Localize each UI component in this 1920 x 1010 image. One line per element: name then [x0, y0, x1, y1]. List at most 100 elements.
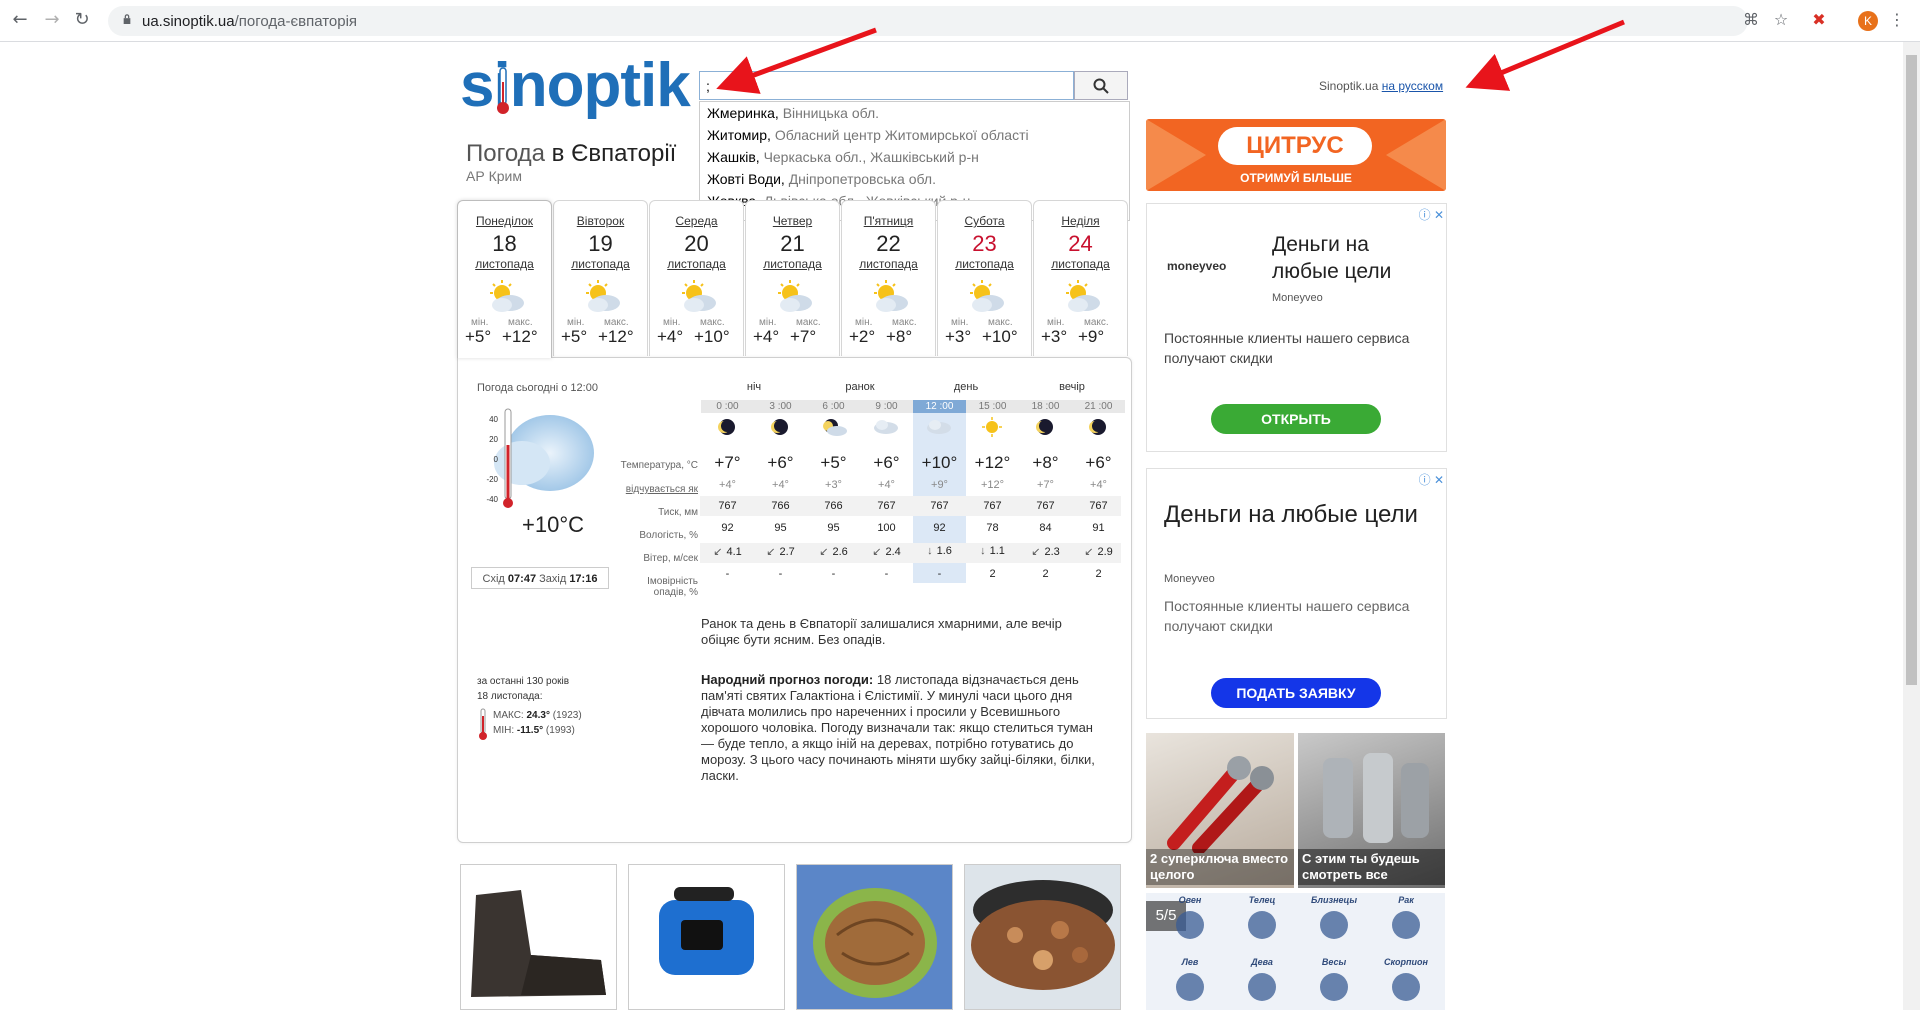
zodiac-sign: Весы	[1302, 957, 1366, 1009]
citrus-banner[interactable]: ЦИТРУС ОТРИМУЙ БІЛЬШЕ	[1146, 119, 1446, 191]
hour-header: 15 :00	[966, 400, 1019, 413]
pressure-cell: 767	[877, 500, 896, 512]
hour-header: 18 :00	[1019, 400, 1072, 413]
thumb1-caption: 2 суперключа вместо целого	[1146, 849, 1294, 885]
product-walnut[interactable]	[796, 864, 953, 1010]
ad-moneyveo-1[interactable]: ⓘ ✕ moneyveo Деньги на любые цели Moneyv…	[1146, 203, 1447, 452]
day-name: Понеділок	[475, 214, 534, 228]
day-tab-22[interactable]: П'ятниця 22 листопада мін. макс. +2° +8°	[841, 200, 936, 356]
bookmark-star-icon[interactable]: ☆	[1772, 11, 1790, 29]
humidity-cell: 84	[1039, 522, 1052, 534]
russian-link[interactable]: на русском	[1382, 79, 1443, 93]
feels-cell: +7°	[1037, 479, 1054, 491]
wind-direction-icon: ↓	[927, 545, 933, 557]
wind-cell: ↙ 2.4	[872, 546, 901, 558]
reload-icon[interactable]: ↻	[72, 10, 92, 30]
hour-header: 9 :00	[860, 400, 913, 413]
ad1-source: Moneyveo	[1272, 292, 1323, 304]
max-temp: +7°	[790, 327, 817, 346]
suggestion-item[interactable]: Житомир, Обласний центр Житомирської обл…	[700, 124, 1129, 146]
zodiac-sign: Телец	[1230, 895, 1294, 947]
period-3: вечір	[1059, 381, 1085, 393]
ad-moneyveo-2[interactable]: ⓘ ✕ Деньги на любые цели Moneyveo Постоя…	[1146, 468, 1447, 719]
lock-icon	[123, 14, 131, 24]
day-tab-23[interactable]: Субота 23 листопада мін. макс. +3° +10°	[937, 200, 1032, 356]
day-tab-18[interactable]: Понеділок 18 листопада мін. макс. +5° +12°	[457, 200, 552, 358]
temp-cell: +6°	[767, 453, 794, 472]
wind-cell: ↙ 2.6	[819, 546, 848, 558]
zodiac-sign: Дева	[1230, 957, 1294, 1009]
precip-cell: -	[884, 568, 889, 580]
suggestion-item[interactable]: Жашків, Черкаська обл., Жашківський р-н	[700, 146, 1129, 168]
day-number: 24	[1068, 231, 1093, 256]
menu-kebab-icon[interactable]: ⋮	[1888, 11, 1906, 29]
temp-cell: +6°	[1085, 453, 1112, 472]
wind-direction-icon: ↙	[713, 546, 723, 558]
ad2-title: Деньги на любые цели	[1164, 501, 1418, 528]
min-temp: +5°	[561, 327, 588, 346]
feels-cell: +12°	[980, 479, 1005, 491]
ad-thumb-wrench[interactable]: 2 суперключа вместо целого	[1146, 733, 1294, 888]
extension-icon[interactable]: ✖	[1810, 11, 1828, 29]
day-tab-24[interactable]: Неділя 24 листопада мін. макс. +3° +9°	[1033, 200, 1128, 356]
ad-thumb-connectors[interactable]: С этим ты будешь смотреть все	[1298, 733, 1445, 888]
product-grill[interactable]	[964, 864, 1121, 1010]
wind-direction-icon: ↙	[819, 546, 829, 558]
humidity-cell: 91	[1092, 522, 1105, 534]
day-name: Субота	[964, 214, 1005, 228]
wind-cell: ↙ 2.9	[1084, 546, 1113, 558]
address-bar[interactable]: ua.sinoptik.ua/погода-євпаторія	[108, 6, 1748, 36]
profile-avatar[interactable]: K	[1858, 11, 1878, 31]
search-button[interactable]	[1074, 71, 1128, 100]
ad1-open-button[interactable]: ОТКРЫТЬ	[1211, 404, 1381, 434]
product-boots[interactable]	[460, 864, 617, 1010]
translate-icon[interactable]: ⌘	[1742, 11, 1760, 29]
day-tab-21[interactable]: Четвер 21 листопада мін. макс. +4° +7°	[745, 200, 840, 356]
month-name: листопада	[1051, 257, 1110, 271]
search-input[interactable]	[699, 71, 1074, 100]
ad2-apply-button[interactable]: ПОДАТЬ ЗАЯВКУ	[1211, 678, 1381, 708]
ad-close-icon[interactable]: ⓘ ✕	[1419, 471, 1444, 488]
humidity-cell: 92	[721, 522, 734, 534]
min-temp: +2°	[849, 327, 876, 346]
historical-records: за останні 130 років 18 листопада: МАКС:…	[477, 674, 582, 740]
ad1-text: Постоянные клиенты нашего сервиса получа…	[1164, 330, 1410, 366]
label-feels-like[interactable]: відчувається як	[590, 484, 698, 495]
month-name: листопада	[667, 257, 726, 271]
max-temp: +12°	[598, 327, 634, 346]
product-generator[interactable]	[628, 864, 785, 1010]
day-name: Середа	[675, 214, 718, 228]
max-temp: +12°	[502, 327, 538, 346]
wind-direction-icon: ↓	[980, 545, 986, 557]
forward-icon[interactable]: →	[42, 10, 62, 30]
ad-zodiac[interactable]: 5/5 Овен Телец Близнецы Рак Лев Дева Весы Скорп…	[1146, 893, 1445, 1010]
back-icon[interactable]: ←	[10, 10, 30, 30]
temp-cell: +7°	[714, 453, 741, 472]
day-tab-19[interactable]: Вівторок 19 листопада мін. макс. +5° +12°	[553, 200, 648, 356]
moneyveo-logo: moneyveo	[1167, 259, 1227, 273]
day-description: Ранок та день в Євпаторії залишалися хма…	[701, 616, 1062, 647]
sun-cloud-icon	[1065, 280, 1100, 312]
pressure-cell: 767	[930, 500, 949, 512]
day-tab-20[interactable]: Середа 20 листопада мін. макс. +4° +10°	[649, 200, 744, 356]
region-label: АР Крим	[466, 168, 522, 184]
wind-cell: ↙ 2.3	[1031, 546, 1060, 558]
month-name: листопада	[763, 257, 822, 271]
current-temperature: +10°C	[522, 512, 585, 537]
day-name: Неділя	[1061, 214, 1100, 228]
suggestion-item[interactable]: Жовті Води, Дніпропетровська обл.	[700, 168, 1129, 190]
scrollbar-thumb[interactable]	[1906, 55, 1917, 685]
ad-close-icon[interactable]: ⓘ ✕	[1419, 206, 1444, 223]
small-thermometer-icon	[479, 708, 487, 740]
hour-header: 12 :00	[913, 400, 966, 413]
suggestion-item[interactable]: Жмеринка, Вінницька обл.	[700, 102, 1129, 124]
precip-cell: -	[725, 568, 730, 580]
day-number: 21	[780, 231, 805, 256]
citrus-tagline: ОТРИМУЙ БІЛЬШЕ	[1240, 171, 1352, 185]
day-name: Четвер	[772, 214, 813, 228]
sun-cloud-icon	[969, 280, 1004, 312]
feels-cell: +9°	[931, 479, 948, 491]
hour-header: 3 :00	[754, 400, 807, 413]
humidity-cell: 92	[933, 522, 946, 534]
sun-icon	[966, 417, 1019, 437]
